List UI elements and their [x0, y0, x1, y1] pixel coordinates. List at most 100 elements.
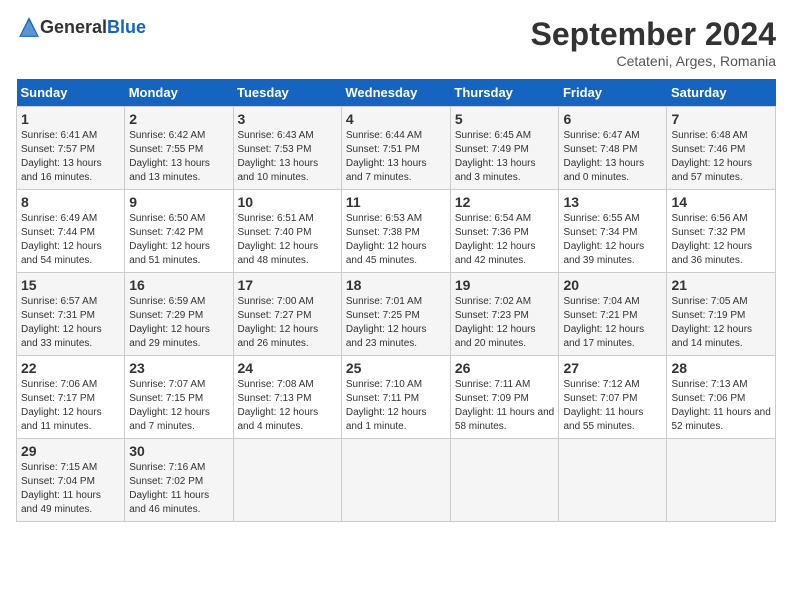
day-cell: 4Sunrise: 6:44 AMSunset: 7:51 PMDaylight…: [341, 107, 450, 190]
col-header-monday: Monday: [125, 79, 233, 107]
day-detail: Sunrise: 7:15 AMSunset: 7:04 PMDaylight:…: [21, 462, 101, 515]
day-number: 16: [129, 277, 228, 293]
day-cell: 17Sunrise: 7:00 AMSunset: 7:27 PMDayligh…: [233, 273, 341, 356]
day-number: 12: [455, 194, 555, 210]
week-row-4: 22Sunrise: 7:06 AMSunset: 7:17 PMDayligh…: [17, 356, 776, 439]
day-cell: 26 Sunrise: 7:11 AMSunset: 7:09 PMDayligh…: [450, 356, 559, 439]
day-detail: Sunrise: 7:07 AMSunset: 7:15 PMDaylight:…: [129, 379, 210, 432]
col-header-thursday: Thursday: [450, 79, 559, 107]
day-number: 6: [563, 111, 662, 127]
day-cell: 10 Sunrise: 6:51 AMSunset: 7:40 PMDayligh…: [233, 190, 341, 273]
day-detail: Sunrise: 6:54 AMSunset: 7:36 PMDaylight:…: [455, 213, 536, 266]
day-number: 25: [346, 360, 446, 376]
day-cell: 3 Sunrise: 6:43 AMSunset: 7:53 PMDaylight…: [233, 107, 341, 190]
day-cell: 27 Sunrise: 7:12 AMSunset: 7:07 PMDayligh…: [559, 356, 667, 439]
day-number: 30: [129, 443, 228, 459]
col-header-wednesday: Wednesday: [341, 79, 450, 107]
day-number: 9: [129, 194, 228, 210]
day-cell: 13Sunrise: 6:55 AMSunset: 7:34 PMDayligh…: [559, 190, 667, 273]
day-number: 29: [21, 443, 120, 459]
day-detail: Sunrise: 6:49 AMSunset: 7:44 PMDaylight:…: [21, 213, 102, 266]
col-header-sunday: Sunday: [17, 79, 125, 107]
location-subtitle: Cetateni, Arges, Romania: [531, 53, 776, 69]
col-header-saturday: Saturday: [667, 79, 776, 107]
day-detail: Sunrise: 6:47 AMSunset: 7:48 PMDaylight:…: [563, 130, 644, 183]
day-cell: 18 Sunrise: 7:01 AMSunset: 7:25 PMDayligh…: [341, 273, 450, 356]
day-cell: [450, 439, 559, 522]
day-cell: 9 Sunrise: 6:50 AMSunset: 7:42 PMDaylight…: [125, 190, 233, 273]
day-cell: 23 Sunrise: 7:07 AMSunset: 7:15 PMDayligh…: [125, 356, 233, 439]
header-row: SundayMondayTuesdayWednesdayThursdayFrid…: [17, 79, 776, 107]
day-detail: Sunrise: 7:11 AMSunset: 7:09 PMDaylight:…: [455, 379, 554, 432]
day-cell: 24 Sunrise: 7:08 AMSunset: 7:13 PMDayligh…: [233, 356, 341, 439]
day-detail: Sunrise: 7:12 AMSunset: 7:07 PMDaylight:…: [563, 379, 643, 432]
day-detail: Sunrise: 7:06 AMSunset: 7:17 PMDaylight:…: [21, 379, 102, 432]
day-number: 18: [346, 277, 446, 293]
day-cell: 30Sunrise: 7:16 AMSunset: 7:02 PMDayligh…: [125, 439, 233, 522]
day-number: 8: [21, 194, 120, 210]
day-number: 10: [238, 194, 337, 210]
day-detail: Sunrise: 6:59 AMSunset: 7:29 PMDaylight:…: [129, 296, 210, 349]
day-detail: Sunrise: 7:08 AMSunset: 7:13 PMDaylight:…: [238, 379, 319, 432]
day-number: 7: [671, 111, 771, 127]
logo-blue: Blue: [107, 17, 146, 37]
day-detail: Sunrise: 6:56 AMSunset: 7:32 PMDaylight:…: [671, 213, 752, 266]
col-header-tuesday: Tuesday: [233, 79, 341, 107]
day-cell: 11Sunrise: 6:53 AMSunset: 7:38 PMDayligh…: [341, 190, 450, 273]
day-number: 3: [238, 111, 337, 127]
day-cell: 2 Sunrise: 6:42 AMSunset: 7:55 PMDaylight…: [125, 107, 233, 190]
day-cell: 16 Sunrise: 6:59 AMSunset: 7:29 PMDayligh…: [125, 273, 233, 356]
day-detail: Sunrise: 6:41 AMSunset: 7:57 PMDaylight:…: [21, 130, 102, 183]
week-row-1: 1 Sunrise: 6:41 AMSunset: 7:57 PMDaylight…: [17, 107, 776, 190]
col-header-friday: Friday: [559, 79, 667, 107]
page-header: GeneralBlue September 2024 Cetateni, Arg…: [16, 16, 776, 69]
day-cell: 29 Sunrise: 7:15 AMSunset: 7:04 PMDayligh…: [17, 439, 125, 522]
day-detail: Sunrise: 7:13 AMSunset: 7:06 PMDaylight:…: [671, 379, 770, 432]
day-cell: 20Sunrise: 7:04 AMSunset: 7:21 PMDayligh…: [559, 273, 667, 356]
day-cell: [341, 439, 450, 522]
week-row-2: 8 Sunrise: 6:49 AMSunset: 7:44 PMDaylight…: [17, 190, 776, 273]
day-detail: Sunrise: 6:51 AMSunset: 7:40 PMDaylight:…: [238, 213, 319, 266]
day-cell: 6 Sunrise: 6:47 AMSunset: 7:48 PMDaylight…: [559, 107, 667, 190]
day-cell: 7Sunrise: 6:48 AMSunset: 7:46 PMDaylight…: [667, 107, 776, 190]
day-detail: Sunrise: 6:57 AMSunset: 7:31 PMDaylight:…: [21, 296, 102, 349]
day-cell: 19 Sunrise: 7:02 AMSunset: 7:23 PMDayligh…: [450, 273, 559, 356]
day-cell: [559, 439, 667, 522]
day-cell: 8 Sunrise: 6:49 AMSunset: 7:44 PMDaylight…: [17, 190, 125, 273]
day-number: 17: [238, 277, 337, 293]
day-cell: 1 Sunrise: 6:41 AMSunset: 7:57 PMDaylight…: [17, 107, 125, 190]
day-detail: Sunrise: 6:43 AMSunset: 7:53 PMDaylight:…: [238, 130, 319, 183]
day-number: 1: [21, 111, 120, 127]
day-cell: 15 Sunrise: 6:57 AMSunset: 7:31 PMDayligh…: [17, 273, 125, 356]
day-detail: Sunrise: 7:04 AMSunset: 7:21 PMDaylight:…: [563, 296, 644, 349]
day-number: 27: [563, 360, 662, 376]
week-row-5: 29 Sunrise: 7:15 AMSunset: 7:04 PMDayligh…: [17, 439, 776, 522]
logo-general: General: [40, 17, 107, 37]
day-detail: Sunrise: 6:44 AMSunset: 7:51 PMDaylight:…: [346, 130, 427, 183]
day-number: 15: [21, 277, 120, 293]
day-detail: Sunrise: 6:50 AMSunset: 7:42 PMDaylight:…: [129, 213, 210, 266]
logo-icon: [18, 16, 40, 38]
day-number: 23: [129, 360, 228, 376]
day-number: 26: [455, 360, 555, 376]
day-number: 5: [455, 111, 555, 127]
day-cell: 12 Sunrise: 6:54 AMSunset: 7:36 PMDayligh…: [450, 190, 559, 273]
day-cell: 25Sunrise: 7:10 AMSunset: 7:11 PMDayligh…: [341, 356, 450, 439]
day-detail: Sunrise: 6:42 AMSunset: 7:55 PMDaylight:…: [129, 130, 210, 183]
day-number: 28: [671, 360, 771, 376]
day-detail: Sunrise: 7:05 AMSunset: 7:19 PMDaylight:…: [671, 296, 752, 349]
day-cell: [233, 439, 341, 522]
day-number: 2: [129, 111, 228, 127]
month-title: September 2024: [531, 16, 776, 53]
title-block: September 2024 Cetateni, Arges, Romania: [531, 16, 776, 69]
day-cell: [667, 439, 776, 522]
day-number: 24: [238, 360, 337, 376]
day-number: 14: [671, 194, 771, 210]
day-detail: Sunrise: 6:55 AMSunset: 7:34 PMDaylight:…: [563, 213, 644, 266]
week-row-3: 15 Sunrise: 6:57 AMSunset: 7:31 PMDayligh…: [17, 273, 776, 356]
day-detail: Sunrise: 6:45 AMSunset: 7:49 PMDaylight:…: [455, 130, 536, 183]
day-number: 21: [671, 277, 771, 293]
day-detail: Sunrise: 7:02 AMSunset: 7:23 PMDaylight:…: [455, 296, 536, 349]
day-detail: Sunrise: 7:01 AMSunset: 7:25 PMDaylight:…: [346, 296, 427, 349]
day-number: 19: [455, 277, 555, 293]
